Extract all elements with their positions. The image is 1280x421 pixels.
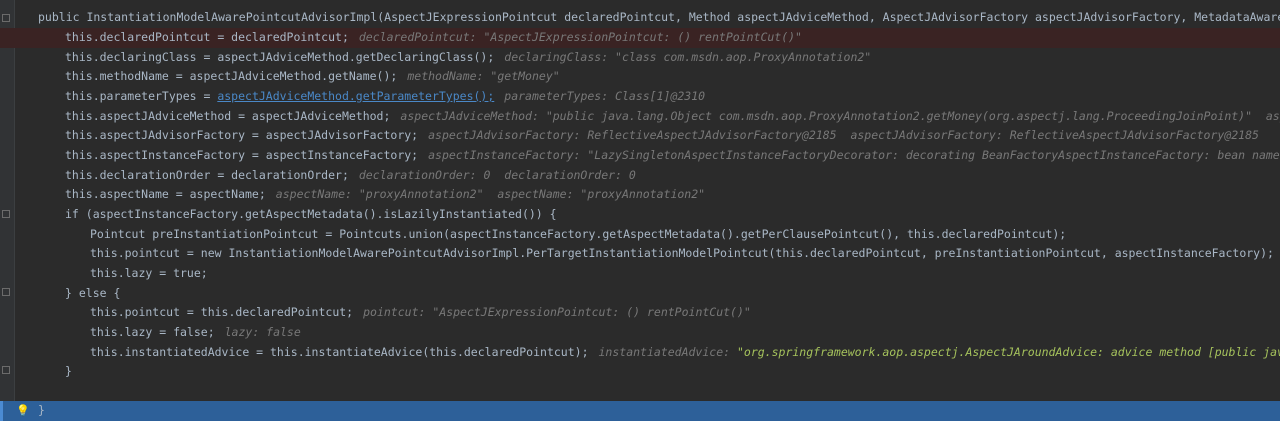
code-statement: this.methodName = aspectJAdviceMethod.ge…: [65, 69, 398, 83]
code-line[interactable]: } else {: [0, 284, 1280, 304]
inline-debug-value: aspectJAdviceMethod: "public java.lang.O…: [400, 109, 1280, 123]
code-statement: this.aspectJAdviceMethod = aspectJAdvice…: [65, 109, 391, 123]
code-text: Pointcut preInstantiationPointcut = Poin…: [90, 227, 1067, 241]
code-text: this.aspectName = aspectName; aspectName:…: [65, 185, 705, 205]
code-statement: this.parameterTypes =: [65, 89, 218, 103]
inline-debug-value: parameterTypes: Class[1]@2310: [504, 89, 706, 103]
code-text: this.aspectJAdviceMethod = aspectJAdvice…: [65, 107, 1280, 127]
code-statement: this.lazy = false;: [90, 325, 215, 339]
code-text: public InstantiationModelAwarePointcutAd…: [38, 10, 1280, 24]
code-statement: this.aspectInstanceFactory = aspectInsta…: [65, 148, 419, 162]
inline-debug-value: lazy: false: [224, 325, 301, 339]
code-line[interactable]: if (aspectInstanceFactory.getAspectMetad…: [0, 205, 1280, 225]
code-line[interactable]: this.pointcut = this.declaredPointcut; po…: [0, 303, 1280, 323]
code-text: this.pointcut = this.declaredPointcut; po…: [90, 303, 751, 323]
inline-debug-value: methodName: "getMoney": [407, 69, 560, 83]
inline-debug-value: aspectInstanceFactory: "LazySingletonAsp…: [428, 148, 1280, 162]
code-text: this.parameterTypes = aspectJAdviceMetho…: [65, 87, 705, 107]
code-text: this.declaredPointcut = declaredPointcut…: [65, 28, 802, 48]
code-editor[interactable]: public InstantiationModelAwarePointcutAd…: [0, 0, 1280, 421]
code-line[interactable]: this.aspectJAdvisorFactory = aspectJAdvi…: [0, 126, 1280, 146]
code-line[interactable]: this.instantiatedAdvice = this.instantia…: [0, 343, 1280, 363]
code-text: this.methodName = aspectJAdviceMethod.ge…: [65, 67, 560, 87]
code-text: if (aspectInstanceFactory.getAspectMetad…: [65, 207, 557, 221]
inline-debug-value: declaringClass: "class com.msdn.aop.Prox…: [504, 50, 872, 64]
code-text: this.aspectJAdvisorFactory = aspectJAdvi…: [65, 126, 1259, 146]
code-statement: this.aspectName = aspectName;: [65, 187, 266, 201]
code-statement: this.declarationOrder = declarationOrder…: [65, 168, 349, 182]
code-line-breakpoint[interactable]: this.declaredPointcut = declaredPointcut…: [0, 28, 1280, 48]
code-text: this.pointcut = new InstantiationModelAw…: [90, 244, 1280, 264]
inline-debug-value: "org.springframework.aop.aspectj.AspectJ…: [736, 345, 1280, 359]
code-text: this.lazy = false; lazy: false: [90, 323, 301, 343]
code-text: this.aspectInstanceFactory = aspectInsta…: [65, 146, 1280, 166]
code-text: }: [65, 364, 72, 378]
method-call-link[interactable]: aspectJAdviceMethod.getParameterTypes();: [217, 89, 494, 103]
code-text: this.lazy = true;: [90, 266, 208, 280]
code-statement: this.instantiatedAdvice = this.instantia…: [90, 345, 589, 359]
code-line[interactable]: this.methodName = aspectJAdviceMethod.ge…: [0, 67, 1280, 87]
code-text: this.declarationOrder = declarationOrder…: [65, 166, 636, 186]
code-line[interactable]: this.declaringClass = aspectJAdviceMetho…: [0, 48, 1280, 68]
execution-marker: [0, 401, 3, 421]
code-line[interactable]: this.declarationOrder = declarationOrder…: [0, 166, 1280, 186]
code-text: this.instantiatedAdvice = this.instantia…: [90, 343, 1280, 363]
inline-debug-value: aspectJAdvisorFactory: ReflectiveAspectJ…: [428, 128, 1259, 142]
code-line[interactable]: this.lazy = false; lazy: false: [0, 323, 1280, 343]
code-text: }: [38, 403, 45, 417]
inline-debug-value: pointcut: "AspectJExpressionPointcut: ()…: [363, 305, 751, 319]
code-line[interactable]: this.parameterTypes = aspectJAdviceMetho…: [0, 87, 1280, 107]
code-text: this.declaringClass = aspectJAdviceMetho…: [65, 48, 871, 68]
code-text: } else {: [65, 286, 121, 300]
code-line[interactable]: Pointcut preInstantiationPointcut = Poin…: [0, 225, 1280, 245]
code-line[interactable]: this.aspectJAdviceMethod = aspectJAdvice…: [0, 107, 1280, 127]
code-statement: this.aspectJAdvisorFactory = aspectJAdvi…: [65, 128, 419, 142]
code-statement: this.pointcut = new InstantiationModelAw…: [90, 246, 1274, 260]
inline-debug-value: aspectName: "proxyAnnotation2" aspectNam…: [275, 187, 706, 201]
code-line[interactable]: this.pointcut = new InstantiationModelAw…: [0, 244, 1280, 264]
code-line[interactable]: this.aspectInstanceFactory = aspectInsta…: [0, 146, 1280, 166]
code-line[interactable]: }: [0, 362, 1280, 382]
inline-debug-value: declaredPointcut: "AspectJExpressionPoin…: [358, 30, 802, 44]
code-statement: this.declaredPointcut = declaredPointcut…: [65, 30, 349, 44]
code-line[interactable]: this.aspectName = aspectName; aspectName:…: [0, 185, 1280, 205]
current-line[interactable]: 💡 }: [0, 401, 1280, 421]
code-statement: this.pointcut = this.declaredPointcut;: [90, 305, 354, 319]
inline-debug-value: declarationOrder: 0 declarationOrder: 0: [358, 168, 636, 182]
lightbulb-icon[interactable]: 💡: [16, 405, 30, 416]
code-line-constructor[interactable]: public InstantiationModelAwarePointcutAd…: [0, 8, 1280, 28]
code-line[interactable]: this.lazy = true;: [0, 264, 1280, 284]
inline-debug-label: instantiatedAdvice:: [598, 345, 737, 359]
code-statement: this.declaringClass = aspectJAdviceMetho…: [65, 50, 495, 64]
